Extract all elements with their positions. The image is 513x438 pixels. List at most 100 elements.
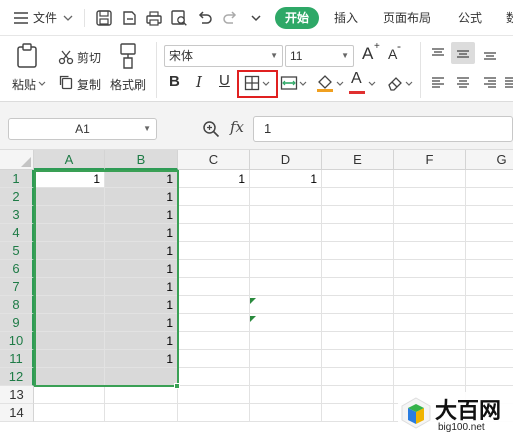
- cell-e13[interactable]: [322, 386, 394, 404]
- italic-button[interactable]: I: [196, 73, 202, 91]
- cell-e11[interactable]: [322, 350, 394, 368]
- file-menu[interactable]: 文件: [33, 0, 57, 36]
- export-icon[interactable]: [120, 9, 138, 27]
- align-bottom-icon[interactable]: [482, 46, 498, 62]
- redo-icon[interactable]: [221, 9, 239, 27]
- chevron-down-icon[interactable]: [336, 80, 344, 88]
- cut-button[interactable]: 剪切: [77, 49, 101, 66]
- cell-f5[interactable]: [394, 242, 466, 260]
- cell-g3[interactable]: [466, 206, 513, 224]
- cell-g6[interactable]: [466, 260, 513, 278]
- decrease-font-button[interactable]: A: [388, 46, 397, 62]
- cell-f10[interactable]: [394, 332, 466, 350]
- cell-a7[interactable]: [34, 278, 105, 296]
- fx-button[interactable]: fx: [230, 118, 244, 136]
- cell-a3[interactable]: [34, 206, 105, 224]
- column-header-e[interactable]: E: [322, 150, 394, 170]
- cell-b13[interactable]: [105, 386, 178, 404]
- cell-b8[interactable]: 1: [105, 296, 178, 314]
- cell-e7[interactable]: [322, 278, 394, 296]
- chevron-down-icon[interactable]: [299, 80, 307, 88]
- cell-c10[interactable]: [178, 332, 250, 350]
- font-color-button[interactable]: A: [351, 70, 362, 88]
- row-header-9[interactable]: 9: [0, 314, 34, 332]
- row-header-4[interactable]: 4: [0, 224, 34, 242]
- cell-c4[interactable]: [178, 224, 250, 242]
- formula-input[interactable]: 1: [253, 116, 513, 142]
- cell-g5[interactable]: [466, 242, 513, 260]
- cell-f9[interactable]: [394, 314, 466, 332]
- cell-f8[interactable]: [394, 296, 466, 314]
- cell-c8[interactable]: [178, 296, 250, 314]
- chevron-down-icon[interactable]: [368, 80, 376, 88]
- align-right-icon[interactable]: [482, 75, 498, 91]
- row-header-11[interactable]: 11: [0, 350, 34, 368]
- format-painter-button[interactable]: 格式刷: [110, 76, 146, 93]
- cell-c6[interactable]: [178, 260, 250, 278]
- font-name-select[interactable]: 宋体 ▼: [164, 45, 283, 67]
- cell-b10[interactable]: 1: [105, 332, 178, 350]
- cell-g4[interactable]: [466, 224, 513, 242]
- more-dropdown-icon[interactable]: [247, 9, 265, 27]
- chevron-down-icon[interactable]: [405, 80, 413, 88]
- cell-a6[interactable]: [34, 260, 105, 278]
- cell-a14[interactable]: [34, 404, 105, 422]
- cell-g9[interactable]: [466, 314, 513, 332]
- fill-color-icon[interactable]: [315, 72, 335, 92]
- cell-f7[interactable]: [394, 278, 466, 296]
- chevron-down-icon[interactable]: [62, 12, 74, 24]
- cell-c13[interactable]: [178, 386, 250, 404]
- cell-e3[interactable]: [322, 206, 394, 224]
- cell-b14[interactable]: [105, 404, 178, 422]
- cell-d5[interactable]: [250, 242, 322, 260]
- select-all-corner[interactable]: [0, 150, 34, 170]
- copy-button[interactable]: 复制: [77, 76, 101, 93]
- cell-d9[interactable]: [250, 314, 322, 332]
- row-header-3[interactable]: 3: [0, 206, 34, 224]
- column-header-g[interactable]: G: [466, 150, 513, 170]
- cell-c9[interactable]: [178, 314, 250, 332]
- chevron-down-icon[interactable]: [38, 80, 46, 88]
- cell-g12[interactable]: [466, 368, 513, 386]
- row-header-6[interactable]: 6: [0, 260, 34, 278]
- font-size-select[interactable]: 11 ▼: [285, 45, 354, 67]
- cell-a9[interactable]: [34, 314, 105, 332]
- cell-b5[interactable]: 1: [105, 242, 178, 260]
- align-top-icon[interactable]: [430, 46, 446, 62]
- cell-c7[interactable]: [178, 278, 250, 296]
- cell-d1[interactable]: 1: [250, 170, 322, 188]
- column-header-f[interactable]: F: [394, 150, 466, 170]
- row-header-12[interactable]: 12: [0, 368, 34, 386]
- cell-c11[interactable]: [178, 350, 250, 368]
- cell-e8[interactable]: [322, 296, 394, 314]
- cell-c5[interactable]: [178, 242, 250, 260]
- cell-a4[interactable]: [34, 224, 105, 242]
- undo-icon[interactable]: [196, 9, 214, 27]
- merge-cells-icon[interactable]: [280, 75, 298, 91]
- justify-icon[interactable]: [505, 75, 513, 91]
- cell-c12[interactable]: [178, 368, 250, 386]
- cell-f3[interactable]: [394, 206, 466, 224]
- row-header-14[interactable]: 14: [0, 404, 34, 422]
- cell-b3[interactable]: 1: [105, 206, 178, 224]
- cell-d7[interactable]: [250, 278, 322, 296]
- cell-b12[interactable]: [105, 368, 178, 386]
- cell-a8[interactable]: [34, 296, 105, 314]
- column-header-d[interactable]: D: [250, 150, 322, 170]
- cell-d11[interactable]: [250, 350, 322, 368]
- cell-a13[interactable]: [34, 386, 105, 404]
- column-header-b[interactable]: B: [105, 150, 178, 170]
- cell-a5[interactable]: [34, 242, 105, 260]
- cell-e10[interactable]: [322, 332, 394, 350]
- cell-d6[interactable]: [250, 260, 322, 278]
- cell-d12[interactable]: [250, 368, 322, 386]
- cell-e2[interactable]: [322, 188, 394, 206]
- cell-d13[interactable]: [250, 386, 322, 404]
- eraser-icon[interactable]: [386, 74, 404, 92]
- row-header-8[interactable]: 8: [0, 296, 34, 314]
- align-center-icon[interactable]: [455, 75, 471, 91]
- cell-e5[interactable]: [322, 242, 394, 260]
- cell-g1[interactable]: [466, 170, 513, 188]
- save-icon[interactable]: [95, 9, 113, 27]
- cell-a11[interactable]: [34, 350, 105, 368]
